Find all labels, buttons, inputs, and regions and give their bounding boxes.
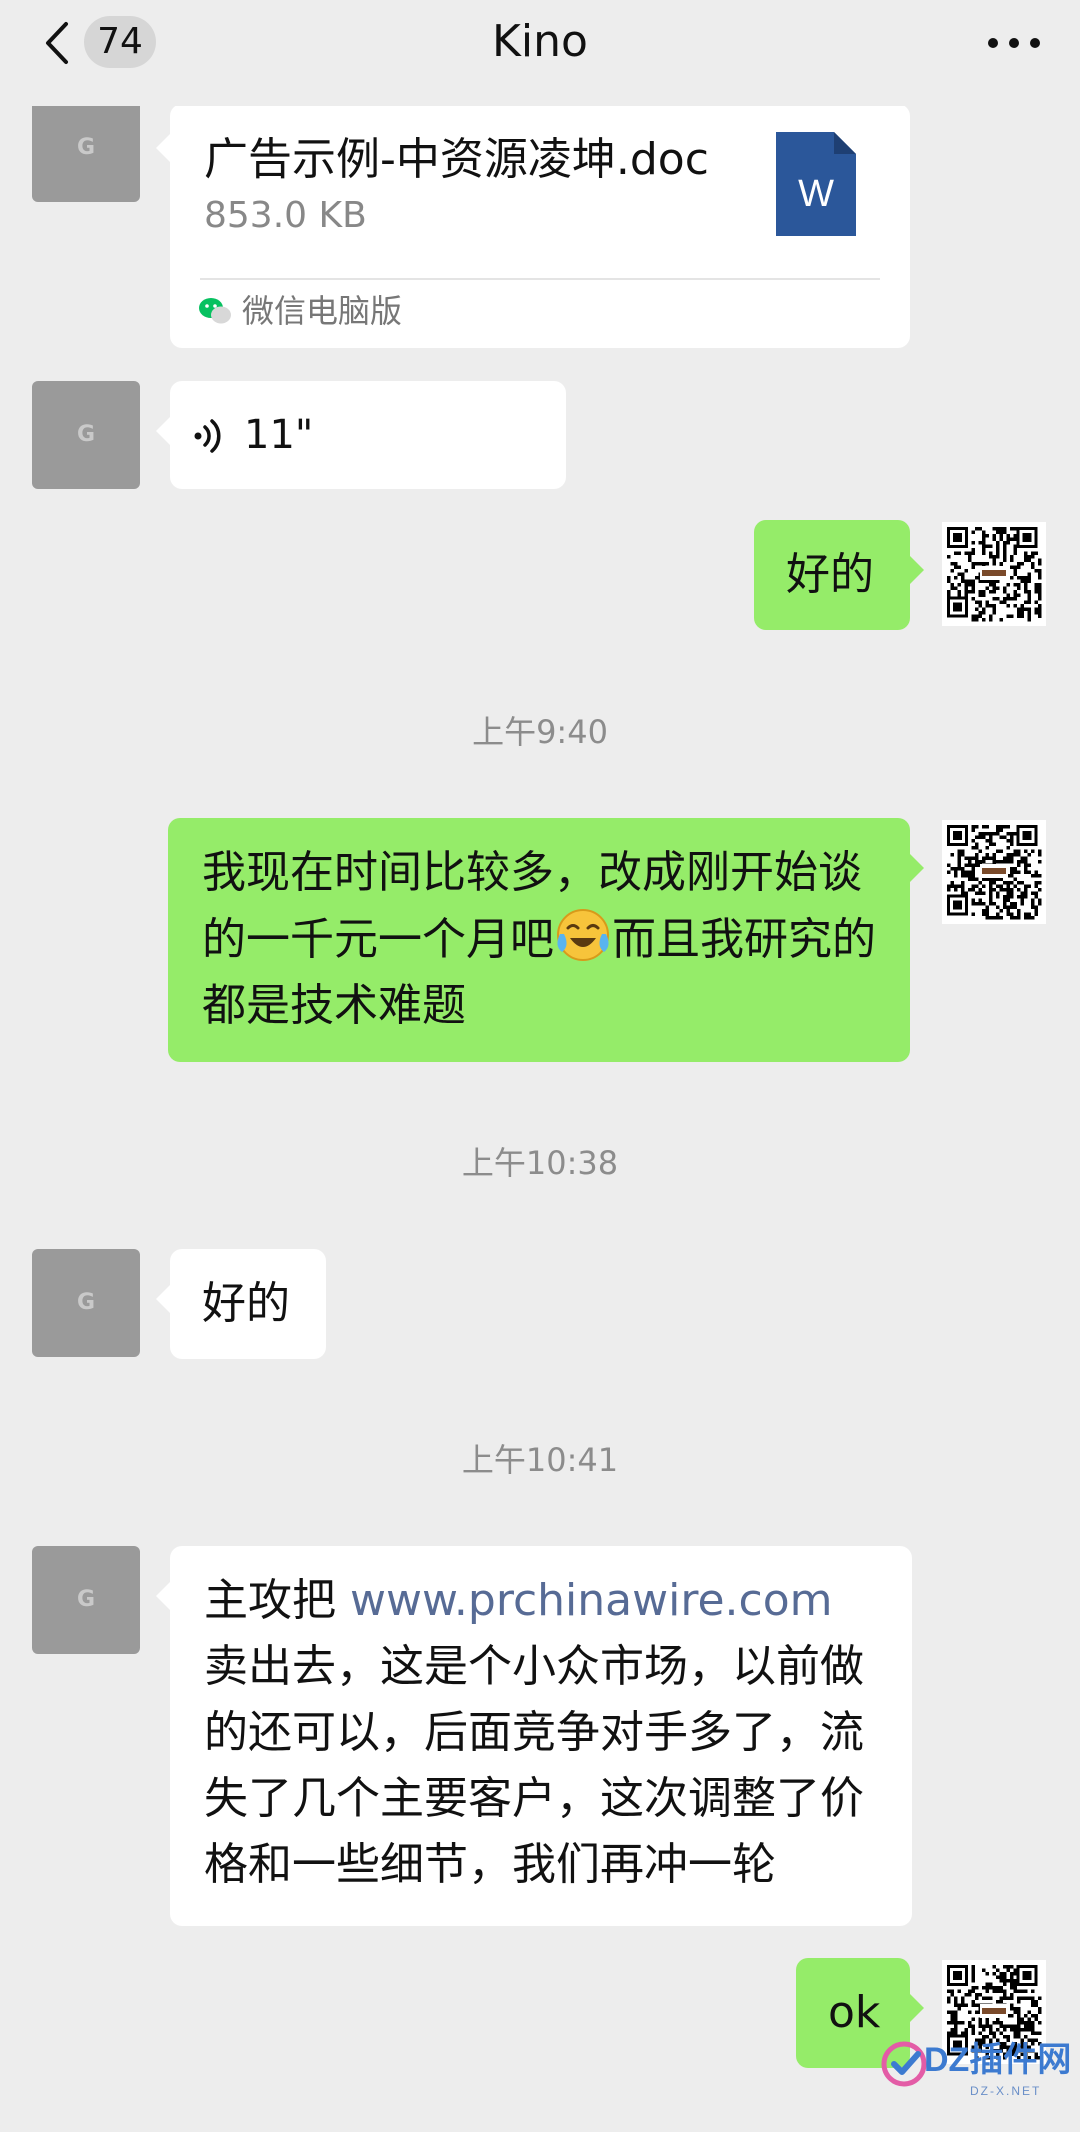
voice-wave-icon (194, 419, 221, 453)
user-avatar-qr[interactable] (942, 820, 1046, 924)
user-avatar-qr[interactable] (942, 522, 1046, 626)
word-document-icon: W (776, 132, 856, 236)
timestamp: 上午10:41 (461, 1441, 619, 1479)
avatar-letter: G (76, 1587, 96, 1612)
message-text: ok (828, 1987, 881, 2038)
avatar-letter: G (76, 135, 96, 160)
message-text: 好的 (786, 549, 874, 600)
file-source-label: 微信电脑版 (242, 292, 403, 330)
file-size: 853.0 KB (204, 195, 367, 236)
contact-avatar[interactable]: G (32, 1249, 140, 1357)
outgoing-message-bubble[interactable]: 我现在时间比较多，改成刚开始谈的一千元一个月吧 而且我研究的都是技术难题 (168, 818, 924, 1062)
incoming-message-bubble[interactable]: 好的 (156, 1249, 326, 1359)
voice-message-bubble[interactable]: 11" (156, 381, 566, 489)
file-message-bubble[interactable]: 广告示例-中资源凌坤.doc 853.0 KB W 微信电脑版 (156, 104, 910, 348)
incoming-message-bubble[interactable]: 主攻把 www.prchinawire.com 卖出去，这是个小众市场，以前做的… (156, 1546, 912, 1926)
website-link[interactable]: www.prchinawire.com (350, 1575, 832, 1626)
watermark-text: DZ插件网 (924, 2041, 1072, 2079)
chat-header: 74 Kino (0, 0, 1080, 106)
avatar-letter: G (76, 422, 96, 447)
contact-avatar[interactable]: G (32, 381, 140, 489)
message-text-prefix: 主攻把 (204, 1575, 350, 1626)
outgoing-message-bubble[interactable]: 好的 (754, 520, 924, 630)
qr-code-icon (947, 825, 1042, 920)
message-text: 好的 (202, 1278, 290, 1329)
file-name: 广告示例-中资源凌坤.doc (204, 134, 709, 185)
avatar-letter: G (76, 1290, 96, 1315)
timestamp: 上午10:38 (461, 1144, 619, 1182)
contact-avatar[interactable]: G (32, 1546, 140, 1654)
message-text-suffix: 卖出去，这是个小众市场，以前做的还可以，后面竞争对手多了，流失了几个主要客户，这… (204, 1641, 864, 1890)
file-divider (200, 278, 880, 280)
watermark: DZ插件网 DZ-X.NET (878, 2030, 1074, 2114)
more-options-icon[interactable] (986, 36, 1042, 50)
word-icon-letter: W (798, 173, 834, 215)
timestamp: 上午9:40 (472, 713, 608, 751)
wechat-logo-icon (199, 298, 231, 324)
message-text: 我现在时间比较多，改成刚开始谈的一千元一个月吧 而且我研究的都是技术难题 (202, 840, 880, 1039)
watermark-check-icon (881, 2041, 927, 2087)
watermark-subtext: DZ-X.NET (970, 2084, 1042, 2098)
message-text: 主攻把 www.prchinawire.com 卖出去，这是个小众市场，以前做的… (204, 1568, 882, 1898)
chat-title: Kino (492, 16, 588, 67)
qr-code-icon (947, 527, 1042, 622)
voice-duration: 11" (244, 412, 314, 458)
contact-avatar[interactable]: G (32, 94, 140, 202)
crying-laughing-emoji-icon (557, 909, 609, 961)
